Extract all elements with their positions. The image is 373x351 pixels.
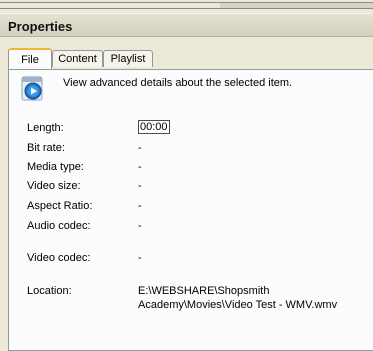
location-value: E:\WEBSHARE\Shopsmith Academy\Movies\Vid… xyxy=(138,284,337,312)
aspect-ratio-label: Aspect Ratio: xyxy=(27,200,93,212)
media-type-value: - xyxy=(138,161,142,173)
location-label: Location: xyxy=(27,285,72,297)
video-codec-label: Video codec: xyxy=(27,252,91,264)
bit-rate-label: Bit rate: xyxy=(27,142,65,154)
length-label: Length: xyxy=(27,122,64,134)
video-size-value: - xyxy=(138,180,142,192)
bit-rate-value: - xyxy=(138,142,142,154)
window-title: Properties xyxy=(8,19,73,34)
video-codec-value: - xyxy=(138,252,142,264)
media-type-label: Media type: xyxy=(27,161,84,173)
description-text: View advanced details about the selected… xyxy=(63,77,293,89)
video-size-label: Video size: xyxy=(27,180,81,192)
windows-media-player-icon xyxy=(19,75,47,103)
location-value-line-2: Academy\Movies\Video Test - WMV.wmv xyxy=(138,299,338,311)
background-window-edge xyxy=(0,0,373,13)
audio-codec-label: Audio codec: xyxy=(27,220,91,232)
location-value-line-1: E:\WEBSHARE\Shopsmith xyxy=(138,285,270,297)
aspect-ratio-value: - xyxy=(138,200,142,212)
length-value[interactable]: 00:00 xyxy=(138,120,170,134)
audio-codec-value: - xyxy=(138,220,142,232)
title-bar[interactable]: Properties xyxy=(0,13,373,37)
tab-content[interactable]: Content xyxy=(52,50,103,67)
length-value-text[interactable]: 00:00 xyxy=(138,120,170,134)
tab-file[interactable]: File xyxy=(8,48,52,69)
tab-playlist[interactable]: Playlist xyxy=(103,50,153,67)
